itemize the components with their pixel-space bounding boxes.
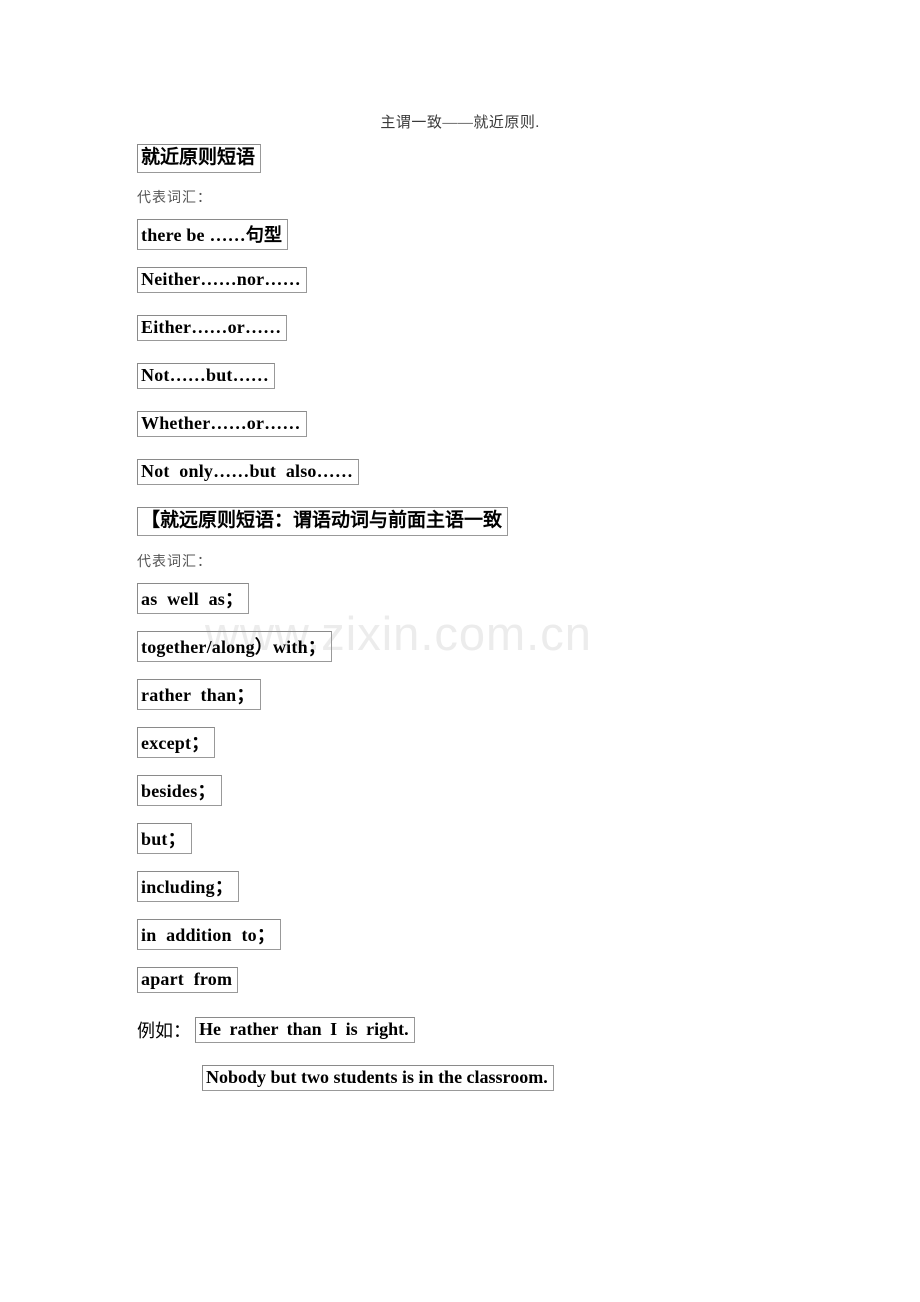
example-row-two: Nobody but two students is in the classr… [202,1065,554,1091]
example-sentence: Nobody but two students is in the classr… [202,1065,554,1091]
section-two-heading-box: 【就远原则短语：谓语动词与前面主语一致 [137,507,509,536]
phrase-item: including； [137,871,240,902]
phrase-text: Either……or…… [137,315,288,341]
phrase-item: as well as； [137,583,250,614]
example-sentence: He rather than I is right. [195,1017,415,1043]
example-label: 例如： [137,1021,191,1042]
phrase-item: but； [137,823,192,854]
page-title: 主谓一致——就近原则. [380,115,540,131]
phrase-item: rather than； [137,679,261,710]
phrase-text: Not only……but also…… [137,459,360,485]
phrase-item: Either……or…… [137,315,288,341]
phrase-item: except； [137,727,216,758]
section-two-vocab-label: 代表词汇： [137,554,212,570]
phrase-text: including； [137,871,240,902]
phrase-item: Not only……but also…… [137,459,360,485]
phrase-text: Neither……nor…… [137,267,307,293]
example-row-one: 例如： He rather than I is right. [137,1017,415,1043]
phrase-item: in addition to； [137,919,282,950]
phrase-item: apart from [137,967,239,993]
document-page: www.zixin.com.cn 主谓一致——就近原则. 就近原则短语 代表词汇… [0,0,920,1302]
phrase-text: except； [137,727,216,758]
phrase-text: as well as； [137,583,250,614]
phrase-item: there be ……句型 [137,219,289,250]
phrase-text: besides； [137,775,222,806]
phrase-text: apart from [137,967,239,993]
phrase-text: together/along）with； [137,631,332,662]
section-one-heading-box: 就近原则短语 [137,144,262,173]
phrase-item: besides； [137,775,222,806]
phrase-text: there be ……句型 [137,219,289,250]
phrase-item: Neither……nor…… [137,267,307,293]
phrase-item: together/along）with； [137,631,332,662]
section-one-vocab-label: 代表词汇： [137,190,212,206]
phrase-item: Not……but…… [137,363,276,389]
section-one-heading: 就近原则短语 [137,144,262,173]
phrase-text: but； [137,823,192,854]
phrase-text: Not……but…… [137,363,276,389]
phrase-text: in addition to； [137,919,282,950]
phrase-text: rather than； [137,679,261,710]
phrase-item: Whether……or…… [137,411,307,437]
section-two-heading: 【就远原则短语：谓语动词与前面主语一致 [137,507,509,536]
phrase-text: Whether……or…… [137,411,307,437]
